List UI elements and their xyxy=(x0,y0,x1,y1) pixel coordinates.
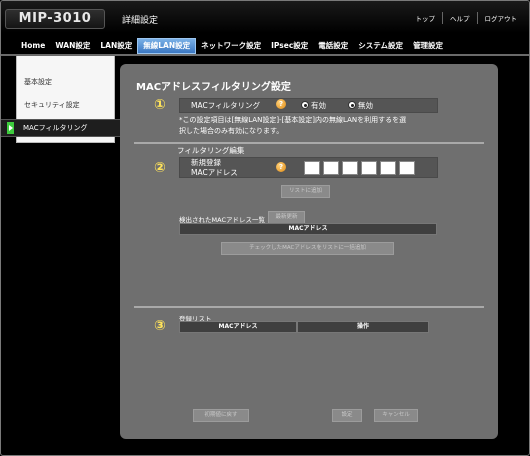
tab-system[interactable]: システム設定 xyxy=(353,38,408,54)
tab-wan[interactable]: WAN設定 xyxy=(50,38,95,54)
step-3-number: ③ xyxy=(154,318,166,334)
top-link[interactable]: トップ xyxy=(409,12,443,24)
top-links: トップ ヘルプ ログアウト xyxy=(409,12,525,24)
page-title: MACアドレスフィルタリング設定 xyxy=(136,82,291,93)
tab-home[interactable]: Home xyxy=(16,38,50,54)
logout-link[interactable]: ログアウト xyxy=(476,12,525,24)
product-logo: MIP-3010 xyxy=(5,9,105,29)
mac-octet-2-input[interactable] xyxy=(323,161,339,175)
cancel-button[interactable]: キャンセル xyxy=(374,409,418,422)
add-checked-to-list-button[interactable]: チェックしたMACアドレスをリストに一括追加 xyxy=(221,242,394,255)
active-arrow-icon xyxy=(7,122,14,134)
radio-enable[interactable] xyxy=(301,101,309,109)
note-line-1: *この設定項目は[無線LAN設定]-[基本設定]内の無線LANを利用するを選 xyxy=(179,116,407,124)
help-icon[interactable]: ? xyxy=(276,162,286,172)
main-tabs: Home WAN設定 LAN設定 無線LAN設定 ネットワーク設定 IPsec設… xyxy=(16,38,448,54)
step-1-number: ① xyxy=(154,97,166,113)
add-to-list-button[interactable]: リストに追加 xyxy=(281,185,330,198)
help-icon[interactable]: ? xyxy=(276,99,286,109)
main-panel: MACアドレスフィルタリング設定 ① MACフィルタリング ? 有効 無効 *こ… xyxy=(120,64,498,439)
mac-octet-1-input[interactable] xyxy=(304,161,320,175)
section-divider xyxy=(134,142,484,144)
tab-ipsec[interactable]: IPsec設定 xyxy=(266,38,313,54)
tab-lan[interactable]: LAN設定 xyxy=(95,38,137,54)
header: MIP-3010 詳細設定 トップ ヘルプ ログアウト xyxy=(1,1,529,33)
radio-disable-label: 無効 xyxy=(358,101,373,110)
filter-edit-heading: フィルタリング編集 xyxy=(177,146,245,155)
section-divider xyxy=(134,306,484,308)
sidebar-item-security[interactable]: セキュリティ設定 xyxy=(24,100,80,110)
mac-octet-3-input[interactable] xyxy=(342,161,358,175)
mac-octet-5-input[interactable] xyxy=(380,161,396,175)
sidebar-item-label: MACフィルタリング xyxy=(23,124,88,132)
sidebar-item-basic[interactable]: 基本設定 xyxy=(24,77,52,87)
sidebar-item-mac-filtering[interactable]: MACフィルタリング xyxy=(1,119,121,137)
mac-octet-4-input[interactable] xyxy=(361,161,377,175)
reset-defaults-button[interactable]: 初期値に戻す xyxy=(193,409,249,422)
step-2-number: ② xyxy=(154,160,166,176)
operation-column-header: 操作 xyxy=(297,321,429,333)
tab-network[interactable]: ネットワーク設定 xyxy=(196,38,266,54)
mac-octet-6-input[interactable] xyxy=(399,161,415,175)
radio-disable[interactable] xyxy=(348,101,356,109)
mac-address-label: MACアドレス xyxy=(191,168,238,177)
mac-filtering-label: MACフィルタリング xyxy=(191,101,261,110)
app-window: MIP-3010 詳細設定 トップ ヘルプ ログアウト Home WAN設定 L… xyxy=(0,0,530,456)
save-button[interactable]: 設定 xyxy=(332,409,362,422)
radio-enable-label: 有効 xyxy=(311,101,326,110)
note-line-2: 択した場合のみ有効になります。 xyxy=(179,127,284,135)
help-link[interactable]: ヘルプ xyxy=(442,12,477,24)
tab-phone[interactable]: 電話設定 xyxy=(313,38,353,54)
registered-mac-column-header: MACアドレス xyxy=(179,321,297,333)
tab-admin[interactable]: 管理設定 xyxy=(408,38,448,54)
detected-mac-column-header: MACアドレス xyxy=(179,223,437,235)
page-subtitle: 詳細設定 xyxy=(122,16,159,26)
tab-wireless-lan[interactable]: 無線LAN設定 xyxy=(137,38,197,54)
